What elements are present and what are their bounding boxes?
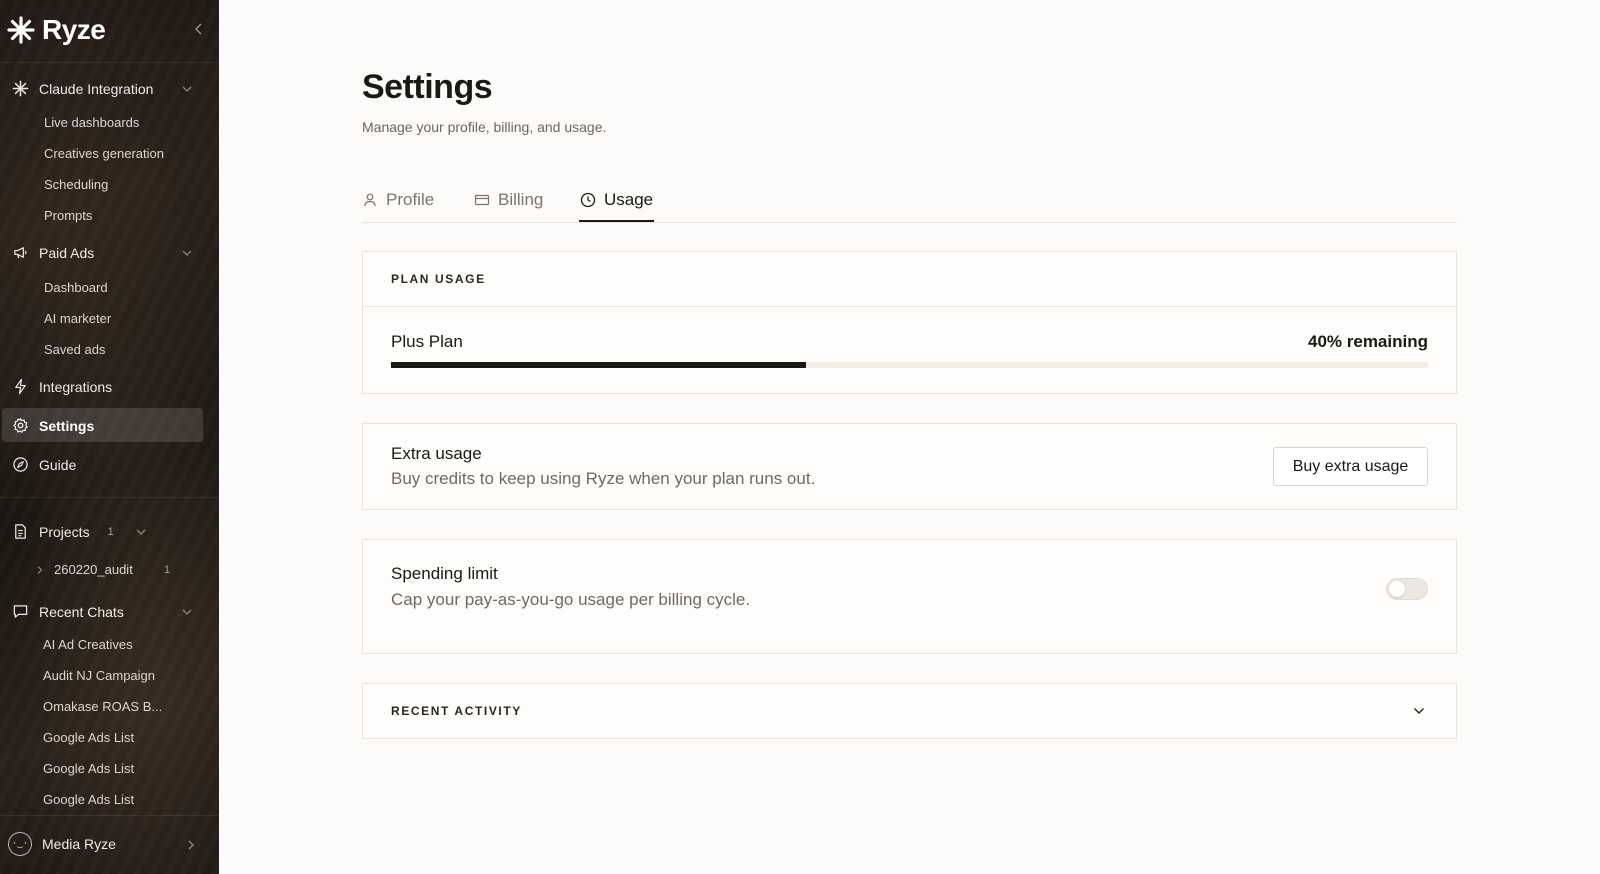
sidebar-item-dashboard[interactable]: Dashboard — [44, 280, 108, 295]
sidebar-item-ai-marketer[interactable]: AI marketer — [44, 311, 111, 326]
sidebar-item-scheduling[interactable]: Scheduling — [44, 177, 108, 192]
project-name: 260220_audit — [54, 562, 133, 577]
megaphone-icon — [14, 247, 27, 259]
usage-progress-bar — [391, 362, 1428, 368]
plan-remaining: 40% remaining — [1308, 332, 1428, 351]
tab-label: Profile — [386, 190, 435, 209]
chevron-right-icon[interactable] — [184, 838, 198, 852]
user-icon — [364, 193, 376, 207]
recent-activity-header: RECENT ACTIVITY — [391, 704, 522, 718]
tab-profile[interactable]: Profile — [362, 186, 434, 214]
active-tab-indicator — [579, 220, 654, 222]
sidebar-section-label: Paid Ads — [39, 244, 95, 261]
sidebar-section-claude-integration[interactable]: Claude Integration — [12, 80, 192, 97]
plan-row: Plus Plan 40% remaining — [391, 332, 1428, 352]
usage-progress-fill — [391, 362, 806, 368]
sidebar-item-saved-ads[interactable]: Saved ads — [44, 342, 105, 357]
tab-label: Usage — [604, 190, 654, 209]
spending-limit-title: Spending limit — [391, 564, 498, 583]
sidebar-section-recent-chats[interactable]: Recent Chats — [12, 603, 192, 620]
chat-item[interactable]: Google Ads List — [43, 792, 134, 807]
chevron-down-icon[interactable] — [134, 525, 148, 539]
sidebar-item-label: Guide — [39, 456, 77, 473]
sidebar-item-guide[interactable]: Guide — [12, 456, 76, 473]
ryze-logo-icon — [7, 16, 35, 44]
lightning-icon — [15, 378, 26, 395]
plan-usage-card: PLAN USAGE Plus Plan 40% remaining — [362, 251, 1457, 394]
sidebar-item-label: Settings — [39, 417, 95, 434]
collapse-sidebar-icon[interactable] — [190, 20, 208, 38]
sidebar-section-label: Recent Chats — [39, 603, 124, 620]
plan-usage-header: PLAN USAGE — [363, 252, 1456, 307]
spending-limit-toggle[interactable] — [1386, 578, 1428, 600]
sidebar-item-live-dashboards[interactable]: Live dashboards — [44, 115, 139, 130]
sidebar-section-label: Claude Integration — [39, 80, 154, 97]
page-subtitle: Manage your profile, billing, and usage. — [362, 119, 607, 135]
sidebar-item-creatives-generation[interactable]: Creatives generation — [44, 146, 164, 161]
sparkle-icon — [12, 80, 29, 97]
chat-item[interactable]: Omakase ROAS B... — [43, 699, 162, 714]
tab-usage[interactable]: Usage — [580, 186, 653, 214]
sidebar-divider — [0, 815, 219, 816]
sidebar-section-paid-ads[interactable]: Paid Ads — [12, 244, 192, 261]
chat-item[interactable]: AI Ad Creatives — [43, 637, 133, 652]
chevron-down-icon[interactable] — [1412, 704, 1426, 718]
avatar: ·‿· — [8, 832, 32, 856]
brand[interactable]: Ryze — [6, 14, 106, 46]
compass-icon — [13, 457, 28, 472]
chevron-down-icon[interactable] — [180, 246, 194, 260]
sidebar-item-prompts[interactable]: Prompts — [44, 208, 92, 223]
clock-icon — [580, 192, 596, 208]
sidebar: Ryze Claude Integration Live dashboards … — [0, 0, 219, 874]
gear-icon — [13, 418, 28, 433]
document-icon — [15, 524, 26, 539]
project-count: 1 — [164, 563, 171, 576]
project-item[interactable]: 260220_audit 1 — [34, 562, 170, 577]
settings-tabs: Profile Billing Usage — [362, 178, 1457, 223]
brand-name: Ryze — [42, 14, 106, 45]
sidebar-item-integrations[interactable]: Integrations — [12, 378, 112, 395]
spending-limit-card: Spending limit Cap your pay-as-you-go us… — [362, 539, 1457, 654]
chat-bubble-icon — [13, 605, 28, 618]
buy-extra-usage-button[interactable]: Buy extra usage — [1273, 447, 1428, 486]
chevron-right-icon[interactable] — [34, 564, 46, 576]
toggle-knob — [1389, 581, 1405, 597]
sidebar-item-label: Integrations — [39, 378, 113, 395]
recent-activity-card[interactable]: RECENT ACTIVITY — [362, 683, 1457, 739]
main-content: Settings Manage your profile, billing, a… — [219, 0, 1600, 874]
extra-usage-description: Buy credits to keep using Ryze when your… — [391, 469, 816, 488]
sidebar-item-settings[interactable]: Settings — [12, 417, 94, 434]
page-title: Settings — [362, 68, 493, 106]
sidebar-section-projects[interactable]: Projects 1 — [12, 523, 148, 540]
card-icon — [474, 194, 490, 206]
spending-limit-description: Cap your pay-as-you-go usage per billing… — [391, 590, 751, 609]
projects-count: 1 — [107, 525, 114, 538]
plan-name: Plus Plan — [391, 332, 463, 351]
chevron-down-icon[interactable] — [180, 605, 194, 619]
chevron-down-icon[interactable] — [180, 82, 194, 96]
user-menu[interactable]: ·‿· Media Ryze — [8, 832, 116, 856]
extra-usage-card: Extra usage Buy credits to keep using Ry… — [362, 423, 1457, 510]
user-name: Media Ryze — [42, 836, 116, 852]
sidebar-divider — [0, 62, 219, 63]
sidebar-section-label: Projects — [39, 523, 90, 540]
tab-billing[interactable]: Billing — [474, 186, 543, 214]
chat-item[interactable]: Audit NJ Campaign — [43, 668, 155, 683]
sidebar-divider — [0, 497, 219, 498]
tab-label: Billing — [498, 190, 544, 209]
extra-usage-title: Extra usage — [391, 444, 482, 463]
chat-item[interactable]: Google Ads List — [43, 761, 134, 776]
chat-item[interactable]: Google Ads List — [43, 730, 134, 745]
